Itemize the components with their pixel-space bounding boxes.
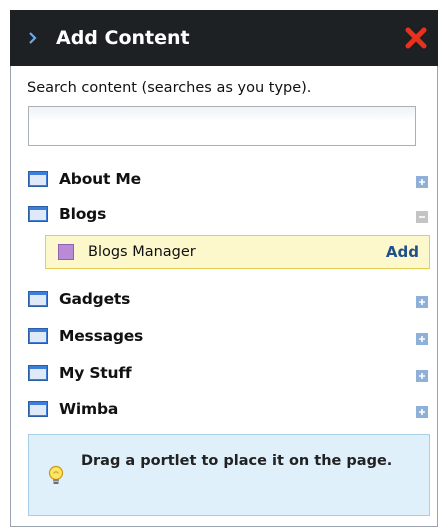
category-label: My Stuff	[59, 364, 132, 382]
category-blogs[interactable]: Blogs	[28, 201, 430, 227]
category-gadgets[interactable]: Gadgets	[28, 286, 430, 312]
search-label: Search content (searches as you type).	[27, 80, 312, 96]
category-label: Wimba	[59, 400, 119, 418]
close-icon[interactable]	[404, 26, 428, 50]
drag-hint-box: Drag a portlet to place it on the page.	[28, 434, 430, 516]
category-my-stuff[interactable]: My Stuff	[28, 360, 430, 386]
panel-title: Add Content	[56, 27, 190, 49]
window-icon	[28, 365, 48, 381]
category-about-me[interactable]: About Me	[28, 166, 430, 192]
collapse-minus-icon[interactable]	[416, 208, 428, 223]
window-icon	[28, 401, 48, 417]
search-input[interactable]	[28, 106, 416, 146]
add-portlet-link[interactable]: Add	[386, 243, 419, 261]
lightbulb-icon	[48, 465, 64, 487]
category-label: About Me	[59, 170, 141, 188]
category-messages[interactable]: Messages	[28, 323, 430, 349]
hint-text: Drag a portlet to place it on the page.	[81, 453, 393, 469]
chevron-right-icon	[28, 32, 52, 44]
expand-plus-icon[interactable]	[416, 293, 428, 308]
expand-plus-icon[interactable]	[416, 173, 428, 188]
portlet-label: Blogs Manager	[88, 244, 196, 260]
expand-plus-icon[interactable]	[416, 367, 428, 382]
expand-plus-icon[interactable]	[416, 403, 428, 418]
category-wimba[interactable]: Wimba	[28, 396, 430, 422]
window-icon	[28, 171, 48, 187]
category-label: Blogs	[59, 205, 107, 223]
portlet-item-blogs-manager[interactable]: Blogs Manager Add	[45, 235, 430, 269]
window-icon	[28, 328, 48, 344]
portlet-icon	[58, 244, 74, 260]
expand-plus-icon[interactable]	[416, 330, 428, 345]
panel-header: Add Content	[10, 10, 438, 66]
category-label: Messages	[59, 327, 144, 345]
window-icon	[28, 206, 48, 222]
window-icon	[28, 291, 48, 307]
category-label: Gadgets	[59, 290, 131, 308]
add-content-panel: Add Content Search content (searches as …	[0, 0, 443, 531]
